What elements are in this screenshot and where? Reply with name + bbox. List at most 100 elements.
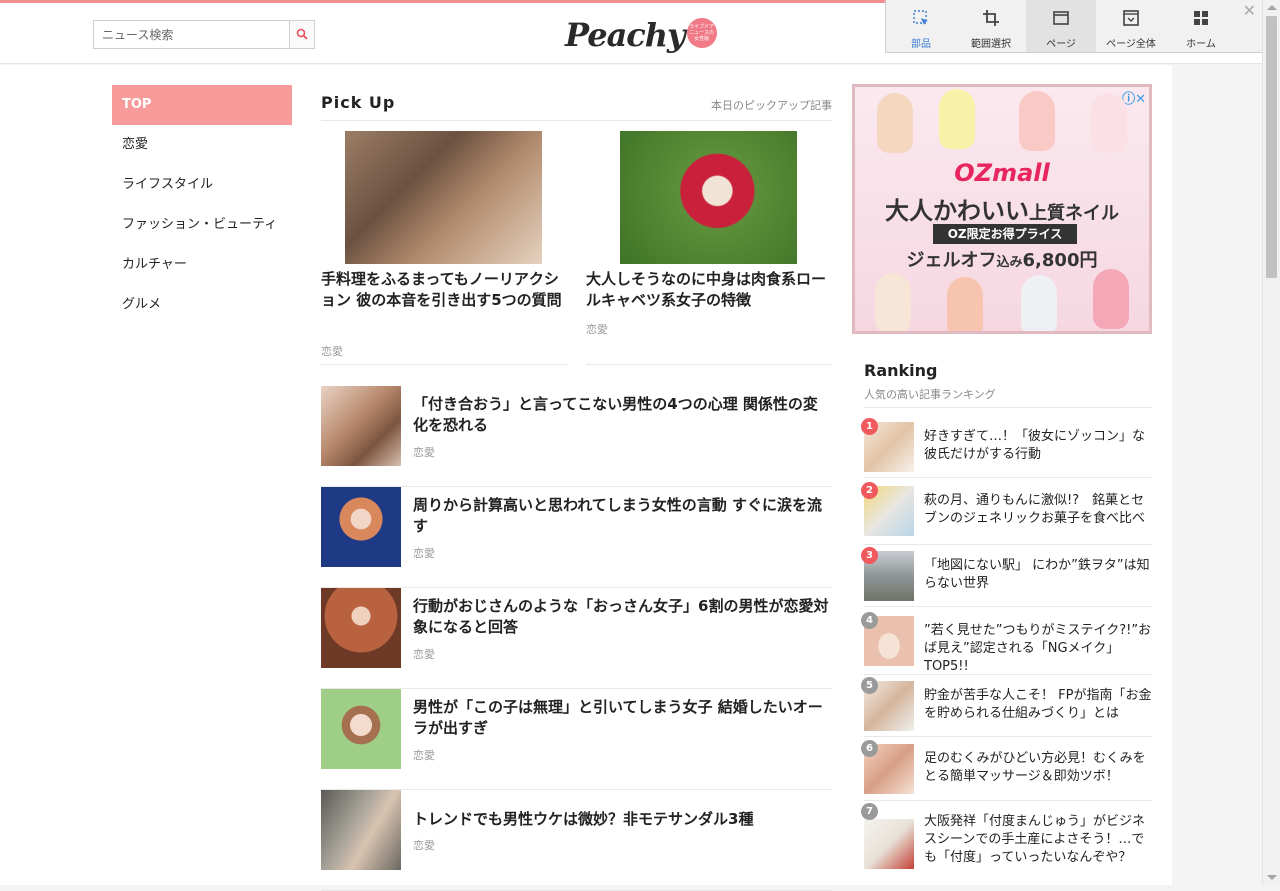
- pickup-title: Pick Up: [321, 93, 396, 112]
- ranking-item-text[interactable]: 貯金が苦手な人こそ！ FPが指南「お金を貯められる仕組みづくり」とは: [924, 687, 1152, 723]
- pickup-card-title[interactable]: 大人しそうなのに中身は肉食系ロールキャベツ系女子の特徴: [586, 269, 832, 311]
- ranking-item[interactable]: 6 足のむくみがひどい方必見！むくみをとる簡単マッサージ＆即効ツボ！: [861, 740, 1152, 801]
- ranking-item[interactable]: 1 好きすぎて…！「彼女にゾッコン」な彼氏だけがする行動: [861, 418, 1152, 478]
- nav-item-lifestyle[interactable]: ライフスタイル: [112, 165, 292, 205]
- logo-badge: ライブドア ニュースの 女性版: [686, 18, 717, 48]
- capture-full-page-button[interactable]: ページ全体: [1096, 0, 1166, 52]
- nav-item-fashion-beauty[interactable]: ファッション・ビューティ: [112, 205, 292, 245]
- rank-badge: 4: [861, 612, 878, 629]
- main-content: Pick Up 本日のピックアップ記事 手料理をふるまってもノーリアクション 彼…: [300, 65, 850, 891]
- article-title[interactable]: 男性が「この子は無理」と引いてしまう女子 結婚したいオーラが出すぎ: [413, 697, 832, 739]
- ranking-thumbnail[interactable]: [864, 819, 914, 869]
- ad-tag: OZ限定お得プライス: [933, 224, 1077, 244]
- article-thumbnail[interactable]: [321, 487, 401, 567]
- article-thumbnail[interactable]: [321, 386, 401, 466]
- nail-graphic: [1019, 91, 1055, 151]
- scrollbar[interactable]: [1262, 0, 1280, 885]
- search-input[interactable]: [94, 21, 290, 48]
- ad-price-mid: 込み: [996, 255, 1023, 270]
- ad-banner[interactable]: ⓘ✕ OZmall 大人かわいい上質ネイル OZ限定お得プライス ジェルオフ込み…: [852, 84, 1152, 334]
- rank-badge: 5: [861, 677, 878, 694]
- capture-region-label: 範囲選択: [971, 39, 1011, 50]
- pickup-card[interactable]: 大人しそうなのに中身は肉食系ロールキャベツ系女子の特徴 恋愛: [586, 131, 832, 365]
- search-button[interactable]: [289, 21, 314, 48]
- pickup-card[interactable]: 手料理をふるまってもノーリアクション 彼の本音を引き出す5つの質問 恋愛: [321, 131, 567, 365]
- capture-full-page-label: ページ全体: [1106, 39, 1156, 50]
- logo-text: Peachy: [565, 16, 686, 54]
- pickup-image[interactable]: [620, 131, 797, 264]
- article-category: 恋愛: [413, 648, 435, 661]
- article-title[interactable]: トレンドでも男性ウケは微妙？非モテサンダル3種: [413, 809, 832, 830]
- capture-home-button[interactable]: ホーム: [1166, 0, 1236, 52]
- ad-headline-small: 上質ネイル: [1029, 203, 1119, 224]
- article-item[interactable]: トレンドでも男性ウケは微妙？非モテサンダル3種 恋愛: [321, 790, 832, 891]
- rank-badge: 3: [861, 547, 878, 564]
- capture-home-label: ホーム: [1186, 39, 1216, 50]
- nav-item-gourmet[interactable]: グルメ: [112, 285, 292, 325]
- nail-graphic: [875, 273, 911, 331]
- scroll-down-arrow-icon[interactable]: [1267, 875, 1277, 880]
- article-title[interactable]: 「付き合おう」と言ってこない男性の4つの心理 関係性の変化を恐れる: [413, 394, 832, 436]
- article-item[interactable]: 周りから計算高いと思われてしまう女性の言動 すぐに涙を流す 恋愛: [321, 487, 832, 588]
- nail-graphic: [947, 277, 983, 331]
- article-thumbnail[interactable]: [321, 689, 401, 769]
- ranking-item-text[interactable]: 萩の月、通りもんに激似!? 銘菓とセブンのジェネリックお菓子を食べ比べ: [924, 492, 1152, 528]
- article-thumbnail[interactable]: [321, 790, 401, 870]
- nail-graphic: [877, 93, 913, 153]
- site-logo[interactable]: Peachy ライブドア ニュースの 女性版: [565, 15, 717, 55]
- ad-price-prefix: ジェルオフ: [906, 250, 997, 271]
- article-item[interactable]: 行動がおじさんのような「おっさん女子」6割の男性が恋愛対象になると回答 恋愛: [321, 588, 832, 689]
- home-grid-icon: [1192, 9, 1210, 30]
- article-title[interactable]: 周りから計算高いと思われてしまう女性の言動 すぐに涙を流す: [413, 495, 832, 537]
- right-sidebar: ⓘ✕ OZmall 大人かわいい上質ネイル OZ限定お得プライス ジェルオフ込み…: [850, 65, 1172, 885]
- scroll-thumb[interactable]: [1266, 16, 1277, 278]
- category-nav: TOP 恋愛 ライフスタイル ファッション・ビューティ カルチャー グルメ: [112, 85, 292, 325]
- ranking-item[interactable]: 5 貯金が苦手な人こそ！ FPが指南「お金を貯められる仕組みづくり」とは: [861, 677, 1152, 737]
- article-title[interactable]: 行動がおじさんのような「おっさん女子」6割の男性が恋愛対象になると回答: [413, 596, 832, 638]
- article-thumbnail[interactable]: [321, 588, 401, 668]
- select-element-icon: [912, 9, 930, 30]
- article-item[interactable]: 男性が「この子は無理」と引いてしまう女子 結婚したいオーラが出すぎ 恋愛: [321, 689, 832, 790]
- pickup-image[interactable]: [345, 131, 542, 264]
- ad-brand: OZmall: [954, 159, 1050, 187]
- close-icon[interactable]: ✕: [1243, 3, 1256, 19]
- article-category: 恋愛: [413, 547, 435, 560]
- capture-page-label: ページ: [1046, 39, 1076, 50]
- divider: [864, 407, 1152, 408]
- nav-item-love[interactable]: 恋愛: [112, 125, 292, 165]
- ranking-item[interactable]: 7 大阪発祥「付度まんじゅう」がビジネスシーンでの手土産によさそう！…でも「付度…: [861, 803, 1152, 885]
- full-page-icon: [1122, 9, 1140, 30]
- ranking-item-text[interactable]: 「地図にない駅」 にわか”鉄ヲタ”は知らない世界: [924, 557, 1152, 593]
- pickup-header: Pick Up 本日のピックアップ記事: [321, 93, 832, 121]
- ranking-subtitle: 人気の高い記事ランキング: [864, 388, 996, 401]
- pickup-card-category: 恋愛: [321, 345, 343, 358]
- ranking-item[interactable]: 3 「地図にない駅」 にわか”鉄ヲタ”は知らない世界: [861, 547, 1152, 607]
- rank-badge: 2: [861, 482, 878, 499]
- ranking-item[interactable]: 2 萩の月、通りもんに激似!? 銘菓とセブンのジェネリックお菓子を食べ比べ: [861, 482, 1152, 545]
- capture-region-button[interactable]: 範囲選択: [956, 0, 1026, 52]
- scroll-up-arrow-icon[interactable]: [1267, 5, 1277, 10]
- ranking-item-text[interactable]: 好きすぎて…！「彼女にゾッコン」な彼氏だけがする行動: [924, 428, 1152, 464]
- pickup-card-category: 恋愛: [586, 323, 608, 336]
- search-box: [93, 20, 315, 49]
- ranking-item[interactable]: 4 ”若く見せた”つもりがミステイク?!”おば見え”認定される「NGメイク」TO…: [861, 612, 1152, 676]
- capture-element-button[interactable]: 部品: [886, 0, 956, 52]
- article-category: 恋愛: [413, 839, 435, 852]
- rank-badge: 1: [861, 418, 878, 435]
- ranking-title: Ranking: [864, 361, 938, 380]
- article-item[interactable]: 「付き合おう」と言ってこない男性の4つの心理 関係性の変化を恐れる 恋愛: [321, 386, 832, 487]
- nav-item-culture[interactable]: カルチャー: [112, 245, 292, 285]
- capture-page-button[interactable]: ページ: [1026, 0, 1096, 52]
- ad-headline-main: 大人かわいい: [885, 197, 1029, 225]
- ad-headline: 大人かわいい上質ネイル: [855, 191, 1149, 226]
- ranking-item-text[interactable]: ”若く見せた”つもりがミステイク?!”おば見え”認定される「NGメイク」TOP5…: [924, 622, 1152, 676]
- ranking-item-text[interactable]: 足のむくみがひどい方必見！むくみをとる簡単マッサージ＆即効ツボ！: [924, 750, 1152, 786]
- nav-item-top[interactable]: TOP: [112, 85, 292, 125]
- rank-badge: 7: [861, 803, 878, 820]
- pickup-subtitle: 本日のピックアップ記事: [711, 99, 832, 112]
- capture-toolbar: 部品 範囲選択 ページ ページ全体 ホーム ✕: [885, 0, 1263, 53]
- pickup-card-title[interactable]: 手料理をふるまってもノーリアクション 彼の本音を引き出す5つの質問: [321, 269, 567, 311]
- ad-price-value: 6,800円: [1022, 250, 1098, 271]
- rank-badge: 6: [861, 740, 878, 757]
- ranking-item-text[interactable]: 大阪発祥「付度まんじゅう」がビジネスシーンでの手土産によさそう！…でも「付度」っ…: [924, 813, 1152, 867]
